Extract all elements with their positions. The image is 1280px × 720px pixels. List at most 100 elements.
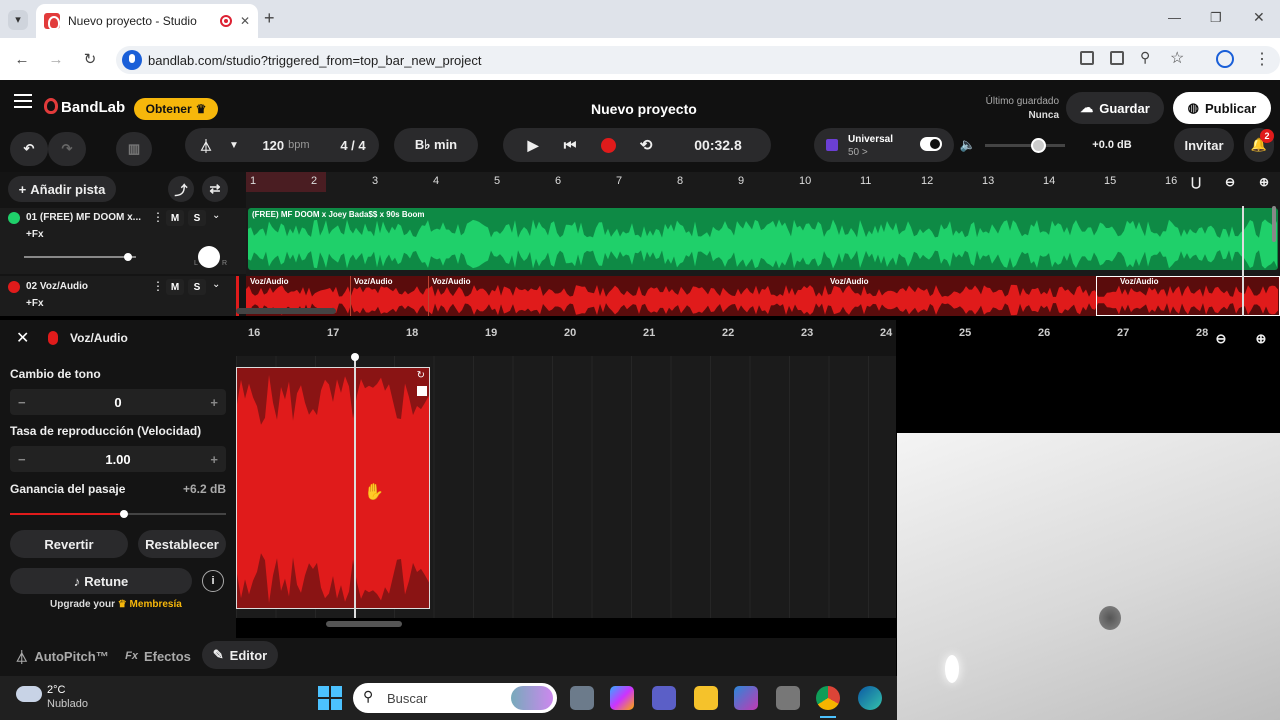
- rate-stepper[interactable]: − 1.00 +: [10, 446, 226, 472]
- membership-link[interactable]: Membresía: [130, 599, 182, 610]
- project-title[interactable]: Nuevo proyecto: [591, 101, 697, 117]
- close-editor-icon[interactable]: ✕: [16, 328, 29, 348]
- track-2-lane[interactable]: Voz/Audio Voz/Audio Voz/Audio Voz/Audio …: [246, 276, 1280, 316]
- recorder-icon[interactable]: [776, 686, 800, 710]
- tab-effects[interactable]: Fx Efectos: [120, 642, 196, 670]
- metronome-dropdown-icon[interactable]: ▼: [224, 132, 244, 158]
- window-close-button[interactable]: ✕: [1253, 9, 1265, 26]
- preset-sub[interactable]: 50 >: [848, 147, 868, 158]
- chrome-icon[interactable]: [816, 686, 840, 710]
- track-2-mute-button[interactable]: M: [166, 279, 184, 295]
- menu-icon[interactable]: [14, 100, 32, 102]
- redo-icon[interactable]: ↷: [48, 132, 86, 166]
- window-restore-button[interactable]: ❐: [1210, 10, 1222, 26]
- track-1-name[interactable]: 01 (FREE) MF DOOM x...: [26, 212, 141, 223]
- track-1-pan-knob[interactable]: [198, 246, 220, 268]
- metronome-icon[interactable]: ⏃: [196, 132, 216, 158]
- cloud-weather-icon[interactable]: [16, 686, 42, 702]
- undo-icon[interactable]: ↶: [10, 132, 48, 166]
- gain-slider-handle[interactable]: [120, 510, 129, 518]
- editor-ruler[interactable]: 16 17 18 19 20 21 22 23 24 25 26 27 28: [236, 320, 1208, 356]
- track-1-expand-icon[interactable]: ⌄: [212, 210, 220, 221]
- track-2-clip-label[interactable]: Voz/Audio: [354, 277, 393, 286]
- teams-icon[interactable]: [652, 686, 676, 710]
- master-volume-knob[interactable]: [1031, 138, 1046, 153]
- track-2-expand-icon[interactable]: ⌄: [212, 279, 220, 290]
- editor-playhead[interactable]: [354, 356, 356, 618]
- timeline-ruler[interactable]: 1 2 3 4 5 6 7 8 9 10 11 12 13 14 15 16 ⋃ ⊖ ⊕: [246, 172, 1280, 192]
- keyboard-icon[interactable]: ▥: [116, 132, 152, 166]
- zoom-out-icon[interactable]: ⊖: [1218, 172, 1242, 192]
- track-2-solo-button[interactable]: S: [188, 279, 206, 295]
- track-1-more-icon[interactable]: ⋮: [152, 210, 164, 224]
- editor-horizontal-scrollbar[interactable]: [326, 621, 402, 627]
- revert-button[interactable]: Revertir: [10, 530, 128, 558]
- track-2-fx-button[interactable]: +Fx: [26, 298, 44, 309]
- preset-name[interactable]: Universal: [848, 134, 893, 145]
- bookmark-star-icon[interactable]: ☆: [1170, 48, 1184, 68]
- forward-icon[interactable]: →: [44, 51, 68, 68]
- add-track-button[interactable]: + Añadir pista: [8, 176, 116, 202]
- playhead[interactable]: [1242, 206, 1244, 316]
- horizontal-scrollbar[interactable]: [236, 308, 336, 314]
- clip-trim-handle[interactable]: [417, 386, 427, 396]
- copilot-icon[interactable]: [610, 686, 634, 710]
- back-icon[interactable]: ←: [10, 51, 34, 68]
- install-app-icon[interactable]: [1110, 51, 1124, 65]
- address-bar[interactable]: bandlab.com/studio?triggered_from=top_ba…: [116, 46, 1280, 74]
- time-signature-field[interactable]: 4 / 4: [330, 132, 376, 158]
- skip-to-start-icon[interactable]: ⏮: [557, 132, 583, 158]
- profile-icon[interactable]: [1216, 50, 1234, 68]
- loop-clip-icon[interactable]: ↻: [417, 370, 425, 381]
- tab-search-icon[interactable]: ▾: [8, 10, 28, 30]
- microphone-permission-icon[interactable]: [122, 50, 142, 70]
- bpm-field[interactable]: 120 bpm: [256, 132, 316, 158]
- track-2-clip-label[interactable]: Voz/Audio: [432, 277, 471, 286]
- invite-button[interactable]: Invitar: [1174, 128, 1234, 162]
- tab-close-icon[interactable]: ✕: [240, 14, 250, 28]
- track-2-clip-label[interactable]: Voz/Audio: [830, 277, 869, 286]
- tab-editor[interactable]: ✎ Editor: [202, 641, 278, 669]
- preset-toggle[interactable]: [920, 137, 942, 151]
- new-tab-button[interactable]: +: [264, 8, 275, 29]
- rate-decrease-button[interactable]: −: [18, 452, 26, 467]
- track-1-fx-button[interactable]: +Fx: [26, 229, 44, 240]
- browser-tab[interactable]: Nuevo proyecto - Studio ✕: [36, 4, 258, 38]
- speaker-icon[interactable]: 🔈: [958, 132, 978, 158]
- track-2-more-icon[interactable]: ⋮: [152, 279, 164, 293]
- vertical-scrollbar[interactable]: [1272, 206, 1276, 242]
- info-icon[interactable]: i: [202, 570, 224, 592]
- loop-icon[interactable]: ⟲: [633, 132, 659, 158]
- track-1-clip[interactable]: (FREE) MF DOOM x Joey Bada$$ x 90s Boom: [248, 208, 1278, 270]
- track-2-name[interactable]: 02 Voz/Audio: [26, 281, 88, 292]
- tab-autopitch[interactable]: ⏃ AutoPitch™: [10, 642, 114, 670]
- master-volume-slider[interactable]: [985, 144, 1065, 147]
- editor-grid[interactable]: ↻ ✋: [236, 353, 896, 627]
- record-icon[interactable]: [601, 138, 616, 153]
- pitch-stepper[interactable]: − 0 +: [10, 389, 226, 415]
- get-membership-button[interactable]: Obtener ♛: [134, 98, 218, 120]
- gain-slider[interactable]: [10, 513, 226, 515]
- retune-button[interactable]: ♪ Retune: [10, 568, 192, 594]
- track-2-clip-label[interactable]: Voz/Audio: [250, 277, 289, 286]
- reading-mode-icon[interactable]: [1080, 51, 1094, 65]
- taskbar-search[interactable]: ⚲ Buscar: [353, 683, 557, 713]
- track-1-volume-slider[interactable]: [24, 256, 136, 258]
- editor-audio-clip[interactable]: ↻: [236, 367, 430, 609]
- key-selector[interactable]: B♭ min: [394, 128, 478, 162]
- rate-value[interactable]: 1.00: [105, 452, 130, 467]
- start-button-icon[interactable]: [318, 686, 342, 710]
- reload-icon[interactable]: ↻: [78, 50, 102, 68]
- magnet-snap-icon[interactable]: ⋃: [1184, 172, 1208, 192]
- weather-temp[interactable]: 2°C: [47, 684, 65, 696]
- edge-icon[interactable]: [858, 686, 882, 710]
- window-minimize-button[interactable]: —: [1168, 10, 1181, 25]
- zoom-in-icon[interactable]: ⊕: [1252, 172, 1276, 192]
- play-icon[interactable]: ▶: [520, 132, 546, 158]
- file-explorer-icon[interactable]: [694, 686, 718, 710]
- editor-zoom-in-icon[interactable]: ⊕: [1250, 328, 1272, 350]
- track-settings-icon[interactable]: ⇄: [202, 176, 228, 202]
- track-1-volume-handle[interactable]: [124, 253, 132, 261]
- publish-button[interactable]: ◍ Publicar: [1173, 92, 1271, 124]
- zoom-icon[interactable]: ⚲: [1140, 49, 1150, 66]
